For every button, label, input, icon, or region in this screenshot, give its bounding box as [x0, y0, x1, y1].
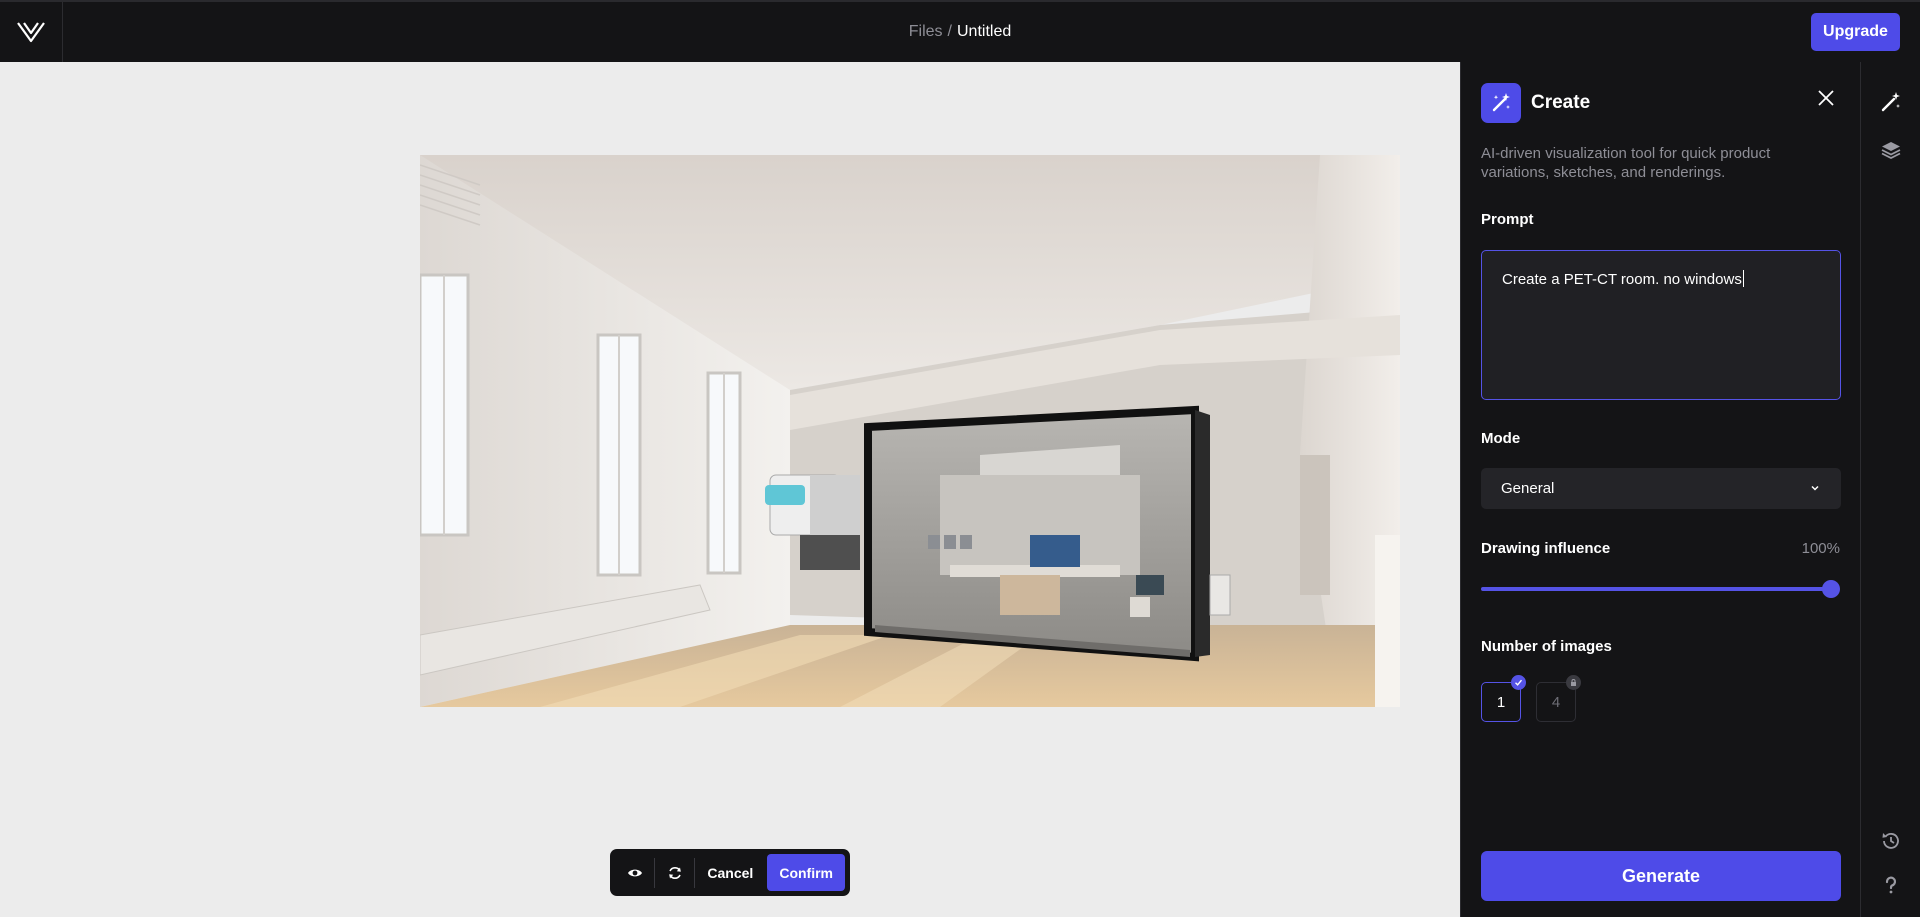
mode-select[interactable]: General: [1481, 468, 1841, 509]
eye-icon: [627, 869, 642, 876]
cancel-button[interactable]: Cancel: [695, 854, 765, 891]
magic-wand-icon: [1881, 92, 1900, 112]
image-count-4-button[interactable]: 4: [1536, 675, 1581, 722]
lock-badge: [1566, 675, 1581, 690]
layers-button[interactable]: [1879, 138, 1903, 162]
prompt-label: Prompt: [1481, 211, 1534, 228]
bottom-toolbar: Cancel Confirm: [610, 849, 850, 896]
slider-thumb[interactable]: [1822, 580, 1840, 598]
panel-description: AI-driven visualization tool for quick p…: [1481, 145, 1771, 181]
prompt-input[interactable]: Create a PET-CT room. no windows: [1481, 250, 1841, 400]
drawing-influence-slider[interactable]: [1481, 579, 1841, 599]
mode-selected-value: General: [1501, 480, 1555, 497]
confirm-button[interactable]: Confirm: [767, 854, 845, 891]
help-icon: [1885, 876, 1897, 894]
slider-track: [1481, 587, 1831, 591]
image-count-value: 4: [1551, 693, 1561, 711]
breadcrumb: Files / Untitled: [0, 2, 1920, 62]
breadcrumb-current-file[interactable]: Untitled: [957, 23, 1011, 41]
close-icon: [1818, 90, 1834, 106]
check-icon: [1515, 679, 1523, 686]
panel-title: Create: [1531, 92, 1591, 113]
room-render: [420, 155, 1400, 707]
upgrade-button[interactable]: Upgrade: [1811, 13, 1900, 51]
history-button[interactable]: [1879, 829, 1903, 853]
create-tool-button[interactable]: [1879, 90, 1903, 114]
drawing-influence-value: 100%: [1801, 540, 1840, 557]
right-rail: [1860, 62, 1920, 917]
app-logo[interactable]: [0, 2, 63, 62]
refresh-icon: [669, 866, 681, 879]
lock-icon: [1571, 679, 1576, 686]
generated-image: [420, 155, 1400, 707]
image-count-1-button[interactable]: 1: [1481, 675, 1526, 722]
top-bar: Files / Untitled Upgrade: [0, 0, 1920, 62]
panel-header: Create: [1481, 83, 1590, 123]
history-icon: [1882, 833, 1899, 849]
generate-button[interactable]: Generate: [1481, 851, 1841, 901]
logo-icon: [17, 22, 45, 43]
mode-label: Mode: [1481, 430, 1521, 447]
canvas-area[interactable]: Cancel Confirm: [0, 62, 1460, 917]
create-panel: Create AI-driven visualization tool for …: [1460, 62, 1860, 917]
check-badge: [1511, 675, 1526, 690]
prompt-text: Create a PET-CT room. no windows: [1502, 271, 1742, 288]
create-badge: [1481, 83, 1521, 123]
preview-button[interactable]: [615, 854, 654, 891]
help-button[interactable]: [1879, 873, 1903, 897]
drawing-influence-label: Drawing influence: [1481, 540, 1611, 557]
chevron-down-icon: [1811, 485, 1819, 491]
image-count-value: 1: [1496, 693, 1506, 711]
close-panel-button[interactable]: [1814, 86, 1838, 110]
regenerate-button[interactable]: [655, 854, 694, 891]
magic-wand-icon: [1492, 93, 1510, 112]
breadcrumb-files[interactable]: Files: [909, 23, 943, 41]
breadcrumb-separator: /: [947, 23, 952, 40]
layers-icon: [1881, 142, 1901, 160]
number-of-images-label: Number of images: [1481, 638, 1612, 655]
text-caret: [1742, 270, 1744, 287]
